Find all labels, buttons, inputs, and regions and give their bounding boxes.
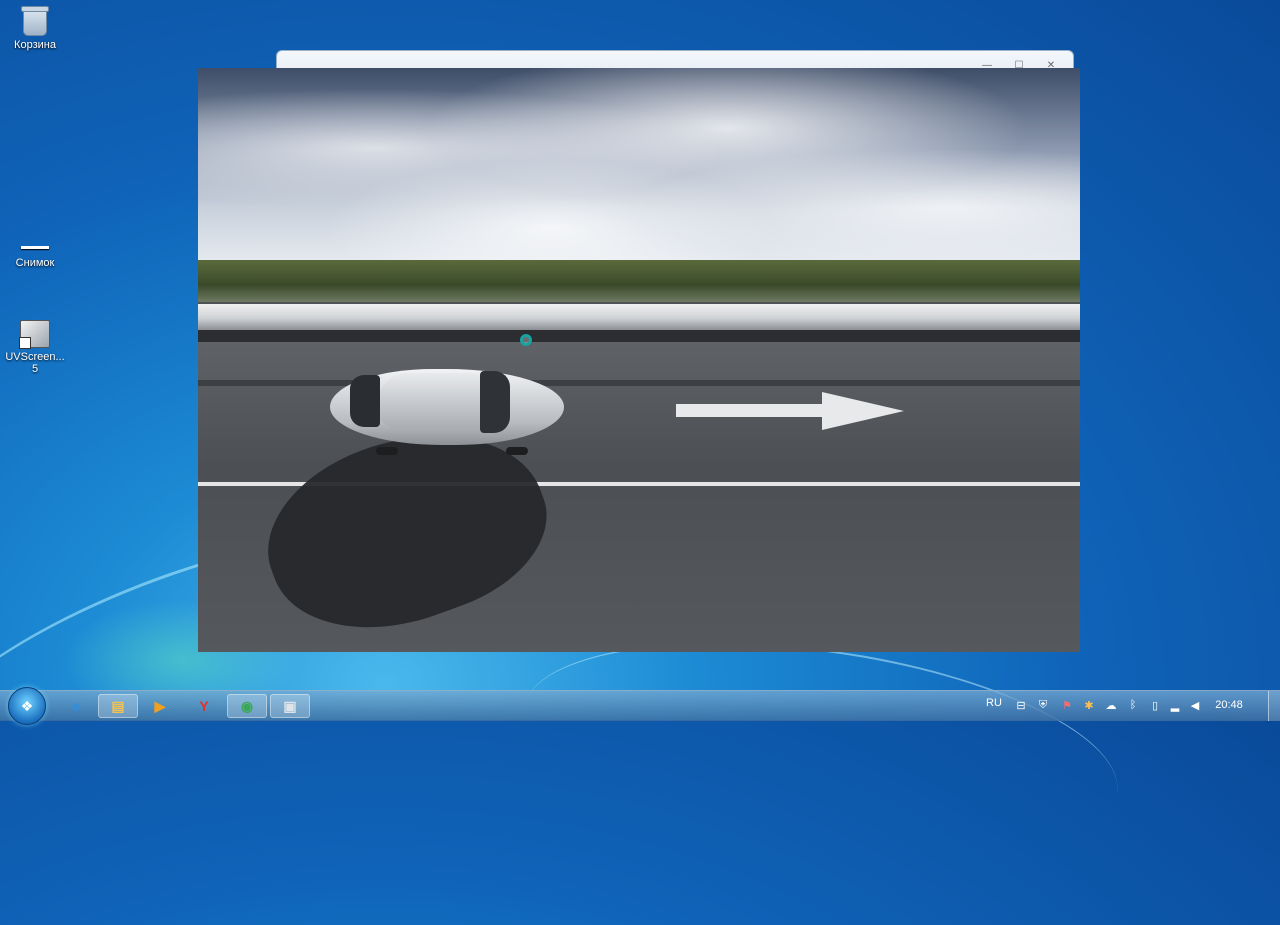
action-center-icon[interactable]: ⚑ xyxy=(1060,698,1074,712)
internet-explorer-icon[interactable]: e xyxy=(56,694,96,718)
desktop-icon-recycle-bin[interactable]: Корзина xyxy=(0,6,70,51)
start-button[interactable]: ❖ xyxy=(8,687,46,725)
car-wheel xyxy=(376,447,398,455)
taskbar: ❖ e ▤ ▶ Y ◉ ▣ RU ⊟ ⛨ ⚑ ✱ ☁ ᛒ ▯ ▂ ◀ 20:48 xyxy=(0,687,1280,725)
guard-rail xyxy=(198,304,1080,330)
guard-rail-shadow xyxy=(198,330,1080,342)
language-indicator[interactable]: RU xyxy=(986,697,1002,709)
antivirus-icon[interactable]: ✱ xyxy=(1082,698,1096,712)
battery-icon[interactable]: ▯ xyxy=(1148,698,1162,712)
desktop-icon-uvscreencamera[interactable]: UVScreen... 5 xyxy=(0,320,70,375)
network-share-icon[interactable]: ⊟ xyxy=(1014,698,1028,712)
signal-icon[interactable]: ▂ xyxy=(1168,698,1182,712)
media-player-icon[interactable]: ▶ xyxy=(140,694,180,718)
yandex-browser-icon[interactable]: Y xyxy=(184,694,224,718)
desktop-icon-label: UVScreen... 5 xyxy=(5,351,65,375)
uvscreencamera-icon xyxy=(19,320,50,349)
desktop-icon-snapshot[interactable]: Снимок xyxy=(0,246,70,269)
desktop-icon-label: Снимок xyxy=(15,257,55,269)
car-windshield xyxy=(480,371,510,433)
road-arrow xyxy=(676,392,904,430)
bluetooth-icon[interactable]: ᛒ xyxy=(1126,698,1140,712)
video-frame[interactable] xyxy=(198,68,1080,652)
car xyxy=(330,361,564,455)
roadside-grass xyxy=(198,260,1080,302)
road-arrow-head xyxy=(822,392,904,430)
file-explorer-icon[interactable]: ▤ xyxy=(98,694,138,718)
car-rear-window xyxy=(350,375,380,427)
busy-cursor-icon xyxy=(520,334,532,346)
volume-icon[interactable]: ◀ xyxy=(1188,698,1202,712)
show-desktop-button[interactable] xyxy=(1268,691,1280,721)
clock[interactable]: 20:48 xyxy=(1204,699,1254,711)
sea-waves xyxy=(198,68,1080,268)
desktop-icon-label: Корзина xyxy=(14,39,56,51)
shortcut-icon xyxy=(21,246,49,249)
chrome-icon[interactable]: ◉ xyxy=(227,694,267,718)
screen-recorder-icon[interactable]: ▣ xyxy=(270,694,310,718)
shield-icon[interactable]: ⛨ xyxy=(1036,698,1050,712)
cloud-icon[interactable]: ☁ xyxy=(1104,698,1118,712)
car-wheel xyxy=(506,447,528,455)
recycle-bin-icon xyxy=(21,6,49,36)
road-arrow-shaft xyxy=(676,404,826,417)
car-roof xyxy=(378,373,496,429)
